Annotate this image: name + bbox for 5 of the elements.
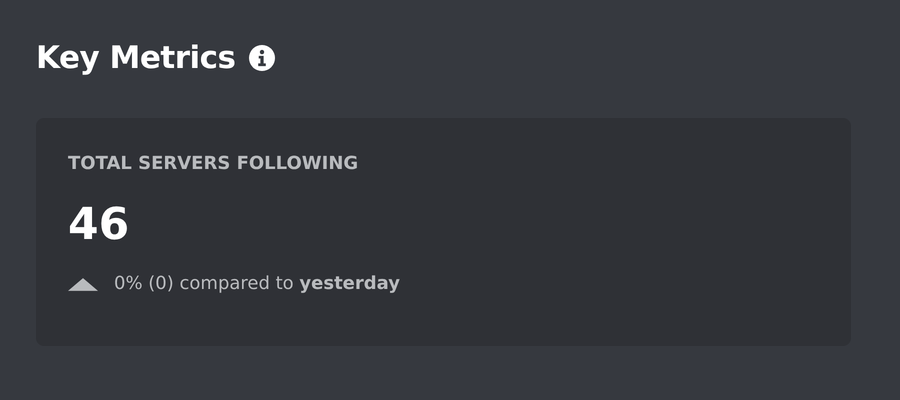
section-title: Key Metrics xyxy=(36,40,236,76)
metric-label: TOTAL SERVERS FOLLOWING xyxy=(68,152,360,176)
metric-value: 46 xyxy=(68,200,130,250)
change-text: 0% (0) compared to yesterday xyxy=(114,272,400,296)
info-icon[interactable] xyxy=(249,45,276,71)
